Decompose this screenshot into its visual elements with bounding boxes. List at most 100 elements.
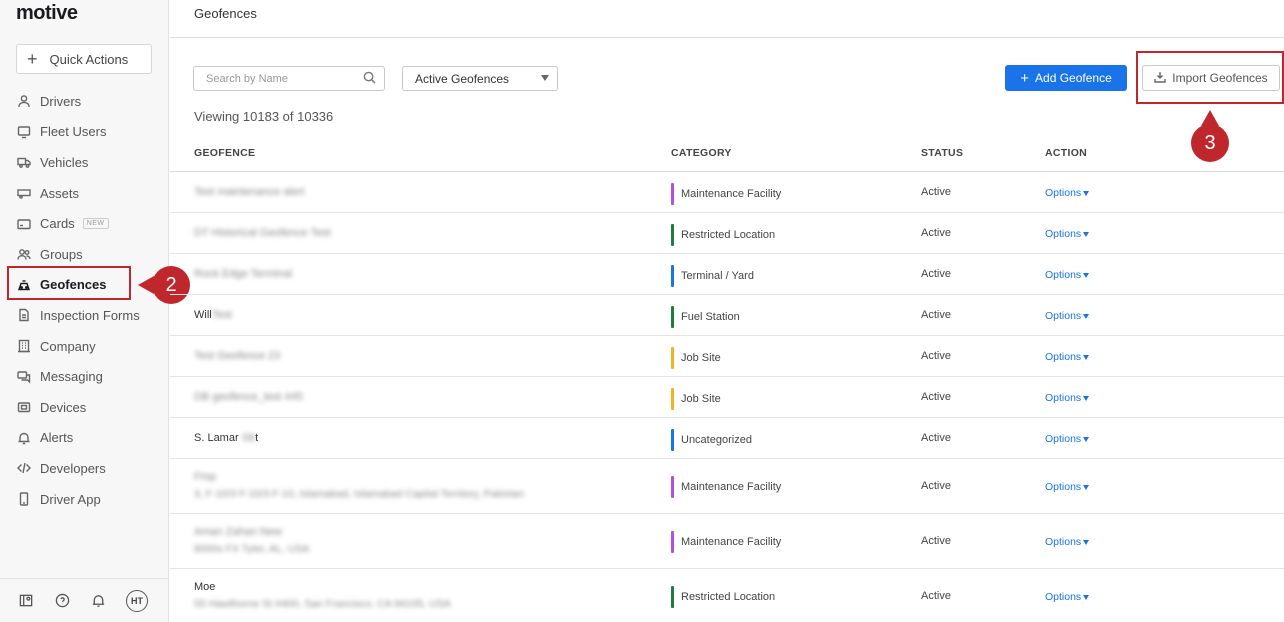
caret-down-icon (1083, 594, 1090, 600)
geofence-name[interactable]: Test Geofence 23 (194, 350, 280, 362)
sidebar-item-fleet-users[interactable]: Fleet Users (0, 117, 169, 148)
options-label: Options (1045, 392, 1082, 404)
options-dropdown[interactable]: Options (1045, 269, 1090, 281)
options-dropdown[interactable]: Options (1045, 591, 1090, 603)
geofence-name[interactable]: DB geofence_test 445 (194, 391, 303, 403)
options-label: Options (1045, 481, 1082, 493)
sidebar-nav: Drivers Fleet Users Vehicles Assets Card… (0, 86, 169, 514)
motive-logo[interactable]: motive (16, 2, 78, 25)
geofence-name[interactable]: S. Lamar Sttt (194, 432, 258, 444)
add-geofence-label: Add Geofence (1035, 71, 1112, 85)
sidebar-item-devices[interactable]: Devices (0, 392, 169, 423)
header-status[interactable]: STATUS (921, 147, 963, 159)
avatar[interactable]: HT (126, 589, 148, 612)
sidebar-item-label: Alerts (40, 430, 74, 446)
sidebar-item-label: Fleet Users (40, 124, 107, 140)
category-color-bar (671, 224, 674, 246)
sidebar-item-label: Devices (40, 399, 87, 415)
name-visible: Will (194, 309, 212, 321)
table-row[interactable]: Aman Zahan New 8000s FX Tyler, AL, USA M… (170, 514, 1284, 569)
table-row[interactable]: WillTest Fuel Station Active Options (170, 295, 1284, 336)
help-icon[interactable] (54, 593, 70, 609)
caret-down-icon (1083, 539, 1090, 545)
options-dropdown[interactable]: Options (1045, 187, 1090, 199)
sidebar-item-drivers[interactable]: Drivers (0, 86, 169, 117)
geofence-name[interactable]: WillTest (194, 309, 232, 321)
sidebar-item-driver-app[interactable]: Driver App (0, 484, 169, 515)
sidebar-item-groups[interactable]: Groups (0, 239, 169, 270)
options-dropdown[interactable]: Options (1045, 310, 1090, 322)
category-color-bar (671, 388, 674, 410)
geofence-name[interactable]: Test maintenance alert (194, 186, 305, 198)
sidebar-item-company[interactable]: Company (0, 331, 169, 362)
sidebar-item-vehicles[interactable]: Vehicles (0, 147, 169, 178)
table-row[interactable]: Fmp 3, F-10/3 F-10/3 F-10, Islamabad, Is… (170, 459, 1284, 514)
category-color-bar (671, 476, 674, 498)
category-label: Maintenance Facility (681, 188, 782, 200)
header-geofence[interactable]: GEOFENCE (194, 147, 255, 159)
options-dropdown[interactable]: Options (1045, 536, 1090, 548)
geofence-name[interactable]: Moe (194, 581, 215, 593)
category-label: Terminal / Yard (681, 270, 754, 282)
map-book-icon[interactable] (18, 593, 34, 609)
category-color-bar (671, 586, 674, 608)
sidebar-item-inspection-forms[interactable]: Inspection Forms (0, 300, 169, 331)
table-row[interactable]: DT Historical Geofence Test Restricted L… (170, 213, 1284, 254)
options-label: Options (1045, 536, 1082, 548)
table-row[interactable]: Rock Edge Terminal Terminal / Yard Activ… (170, 254, 1284, 295)
options-dropdown[interactable]: Options (1045, 433, 1090, 445)
chat-icon (17, 370, 31, 384)
header-action: ACTION (1045, 147, 1088, 159)
add-geofence-button[interactable]: + Add Geofence (1005, 65, 1127, 91)
search-input[interactable]: Search by Name (193, 66, 385, 91)
sidebar-item-messaging[interactable]: Messaging (0, 361, 169, 392)
category-cell: Maintenance Facility (671, 531, 781, 553)
sidebar-item-label: Cards (40, 216, 75, 232)
category-label: Maintenance Facility (681, 481, 782, 493)
notification-bell-icon[interactable] (90, 593, 106, 609)
options-dropdown[interactable]: Options (1045, 228, 1090, 240)
caret-down-icon (1083, 354, 1090, 360)
sidebar-item-label: Drivers (40, 93, 82, 109)
geofence-name[interactable]: Fmp (194, 471, 216, 483)
search-placeholder: Search by Name (206, 72, 288, 85)
category-cell: Maintenance Facility (671, 476, 781, 498)
category-label: Job Site (681, 393, 721, 405)
category-label: Uncategorized (681, 434, 752, 446)
table-row[interactable]: S. Lamar Sttt Uncategorized Active Optio… (170, 418, 1284, 459)
sidebar-item-alerts[interactable]: Alerts (0, 423, 169, 454)
table-row[interactable]: Test maintenance alert Maintenance Facil… (170, 172, 1284, 213)
quick-actions-button[interactable]: + Quick Actions (16, 44, 152, 74)
table-row[interactable]: Test Geofence 23 Job Site Active Options (170, 336, 1284, 377)
header-category[interactable]: CATEGORY (671, 147, 732, 159)
category-cell: Uncategorized (671, 429, 752, 451)
status-text: Active (921, 309, 951, 321)
category-cell: Job Site (671, 347, 721, 369)
trailer-icon (17, 186, 31, 200)
table-row[interactable]: DB geofence_test 445 Job Site Active Opt… (170, 377, 1284, 418)
table-row[interactable]: Moe 55 Hawthorne St #400, San Francisco,… (170, 569, 1284, 622)
sidebar-item-developers[interactable]: Developers (0, 453, 169, 484)
status-text: Active (921, 480, 951, 492)
options-dropdown[interactable]: Options (1045, 351, 1090, 363)
category-color-bar (671, 183, 674, 205)
category-label: Restricted Location (681, 591, 776, 603)
sidebar-item-cards[interactable]: Cards NEW (0, 208, 169, 239)
table-header: GEOFENCE CATEGORY STATUS ACTION (170, 134, 1284, 172)
geofence-name[interactable]: DT Historical Geofence Test (194, 227, 331, 239)
options-label: Options (1045, 351, 1082, 363)
sidebar-item-label: Developers (40, 460, 106, 476)
options-dropdown[interactable]: Options (1045, 392, 1090, 404)
options-dropdown[interactable]: Options (1045, 481, 1090, 493)
person-icon (17, 94, 31, 108)
geofence-name[interactable]: Rock Edge Terminal (194, 268, 292, 280)
status-text: Active (921, 535, 951, 547)
status-text: Active (921, 350, 951, 362)
category-color-bar (671, 265, 674, 287)
plus-icon: + (27, 49, 38, 69)
geofence-filter-select[interactable]: Active Geofences (402, 66, 558, 91)
geofence-name[interactable]: Aman Zahan New (194, 526, 282, 538)
sidebar-item-assets[interactable]: Assets (0, 178, 169, 209)
caret-down-icon (541, 75, 549, 81)
options-label: Options (1045, 433, 1082, 445)
